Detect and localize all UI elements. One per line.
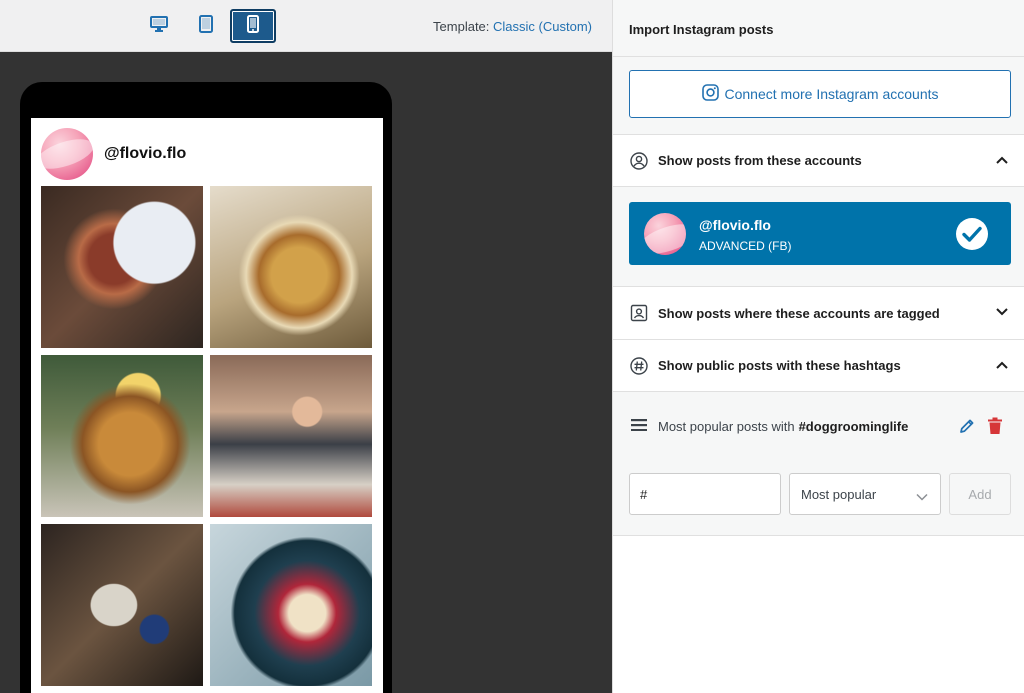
instagram-icon bbox=[701, 84, 725, 104]
template-link[interactable]: Classic (Custom) bbox=[493, 19, 592, 34]
hashtag-icon bbox=[629, 356, 649, 376]
chevron-down-icon bbox=[995, 305, 1009, 324]
post-thumbnail[interactable] bbox=[210, 186, 372, 348]
accounts-section: Show posts from these accounts @flovio.f… bbox=[613, 135, 1024, 287]
hashtag-order-value: Most popular bbox=[801, 486, 877, 502]
account-card[interactable]: @flovio.flo ADVANCED (FB) bbox=[629, 202, 1011, 265]
connect-accounts-label: Connect more Instagram accounts bbox=[724, 86, 939, 102]
chevron-down-icon bbox=[916, 489, 928, 504]
add-hashtag-button[interactable]: Add bbox=[949, 473, 1011, 515]
tagged-section-header[interactable]: Show posts where these accounts are tagg… bbox=[613, 287, 1024, 339]
panel-title: Import Instagram posts bbox=[613, 0, 1024, 57]
accounts-section-header[interactable]: Show posts from these accounts bbox=[613, 135, 1024, 187]
hashtag-order-select[interactable]: Most popular bbox=[789, 473, 941, 515]
connect-accounts-button[interactable]: Connect more Instagram accounts bbox=[629, 70, 1011, 118]
tagged-section-label: Show posts where these accounts are tagg… bbox=[658, 305, 940, 321]
profile-avatar[interactable] bbox=[41, 128, 93, 180]
phone-screen: @flovio.flo bbox=[31, 118, 383, 693]
template-indicator: Template: Classic (Custom) bbox=[433, 19, 592, 34]
template-label: Template: bbox=[433, 19, 490, 34]
connect-section: Connect more Instagram accounts bbox=[613, 57, 1024, 135]
post-grid bbox=[41, 186, 373, 686]
hashtags-section: Show public posts with these hashtags Mo… bbox=[613, 340, 1024, 536]
chevron-up-icon bbox=[995, 153, 1009, 172]
post-thumbnail[interactable] bbox=[41, 524, 203, 686]
tablet-view-button[interactable] bbox=[183, 9, 229, 43]
tagged-section: Show posts where these accounts are tagg… bbox=[613, 287, 1024, 340]
hashtag-input[interactable] bbox=[629, 473, 781, 515]
post-thumbnail[interactable] bbox=[41, 355, 203, 517]
hashtags-section-header[interactable]: Show public posts with these hashtags bbox=[613, 340, 1024, 392]
mobile-icon bbox=[247, 14, 259, 38]
hashtags-section-label: Show public posts with these hashtags bbox=[658, 358, 901, 373]
hashtag-item-tag: #doggroominglife bbox=[798, 418, 909, 434]
post-thumbnail[interactable] bbox=[210, 355, 372, 517]
accounts-section-label: Show posts from these accounts bbox=[658, 153, 862, 168]
drag-handle-icon[interactable] bbox=[631, 418, 647, 434]
pencil-icon[interactable] bbox=[959, 418, 975, 437]
post-thumbnail[interactable] bbox=[210, 524, 372, 686]
user-circle-icon bbox=[629, 151, 649, 171]
feed-preview-area: @flovio.flo bbox=[0, 52, 612, 693]
profile-handle[interactable]: @flovio.flo bbox=[104, 145, 186, 163]
desktop-icon bbox=[150, 15, 168, 38]
hashtag-item: Most popular posts with #doggroominglife bbox=[613, 406, 1024, 446]
post-thumbnail[interactable] bbox=[41, 186, 203, 348]
account-avatar bbox=[644, 213, 686, 255]
account-type: ADVANCED (FB) bbox=[699, 239, 792, 253]
desktop-view-button[interactable] bbox=[136, 9, 182, 43]
settings-panel: Import Instagram posts Connect more Inst… bbox=[612, 0, 1024, 693]
device-toolbar: Template: Classic (Custom) bbox=[0, 0, 612, 52]
tablet-icon bbox=[198, 14, 214, 38]
account-name: @flovio.flo bbox=[699, 217, 771, 233]
feed-header: @flovio.flo bbox=[41, 128, 186, 180]
tagged-user-icon bbox=[629, 303, 649, 323]
mobile-view-button[interactable] bbox=[230, 9, 276, 43]
checkmark-icon bbox=[955, 217, 989, 256]
trash-icon[interactable] bbox=[987, 417, 1003, 438]
phone-frame: @flovio.flo bbox=[20, 82, 392, 693]
hashtag-item-prefix: Most popular posts with bbox=[658, 418, 795, 434]
chevron-up-icon bbox=[995, 358, 1009, 377]
